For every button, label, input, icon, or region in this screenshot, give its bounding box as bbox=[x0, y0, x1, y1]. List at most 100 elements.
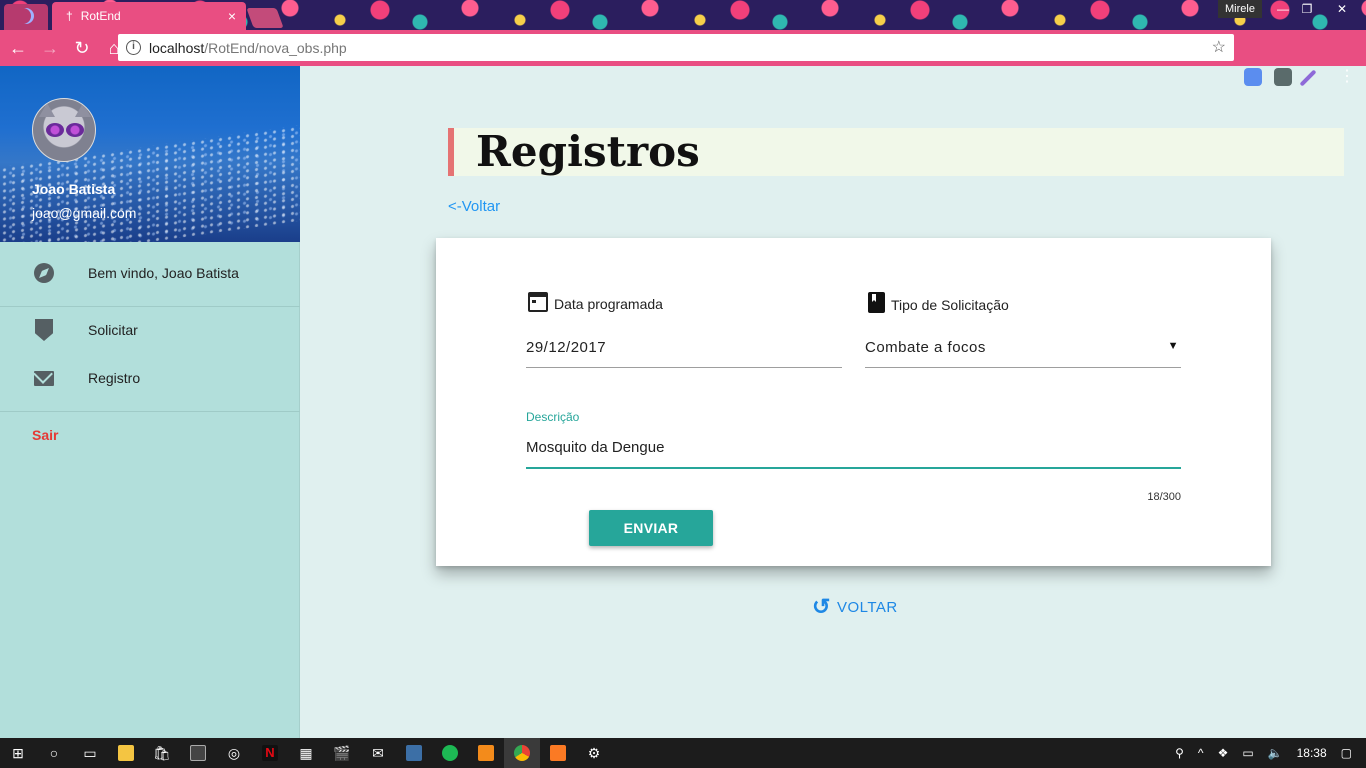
sidebar-item-label: Bem vindo, Joao Batista bbox=[88, 265, 239, 281]
folder-shape bbox=[118, 745, 134, 761]
forward-arrow-icon[interactable]: → bbox=[36, 38, 64, 59]
send-button[interactable]: ENVIAR bbox=[589, 510, 713, 546]
mail-app-icon[interactable]: ✉ bbox=[360, 738, 396, 768]
spotify-shape bbox=[442, 745, 458, 761]
type-select-value: Combate a focos bbox=[865, 339, 986, 356]
sidebar-divider bbox=[0, 411, 300, 412]
os-taskbar: ⊞ ○ ▭ 🛍 ◎ N ▦ 🎬 ✉ ⚙ ⚲ ^ ❖ ▭ 🔈 18:38 ▢ bbox=[0, 738, 1366, 768]
file-explorer-icon[interactable] bbox=[108, 738, 144, 768]
address-bar[interactable]: i localhost/RotEnd/nova_obs.php ☆ bbox=[118, 34, 1234, 61]
volume-icon[interactable]: 🔈 bbox=[1268, 746, 1283, 760]
page-title: Registros bbox=[476, 127, 700, 176]
date-field[interactable]: 29/12/2017 bbox=[526, 328, 842, 368]
tab-favicon-icon: † bbox=[66, 9, 73, 23]
pinned-tab[interactable] bbox=[4, 4, 48, 30]
sidebar: Joao Batista joao@gmail.com Bem vindo, J… bbox=[0, 66, 300, 738]
calendar-icon bbox=[528, 292, 548, 312]
sidebar-item-solicitar[interactable]: Solicitar bbox=[0, 306, 300, 354]
windows-start-icon[interactable]: ⊞ bbox=[0, 738, 36, 768]
cat-ear-right bbox=[75, 103, 91, 117]
profile-email: joao@gmail.com bbox=[32, 205, 137, 221]
character-counter: 18/300 bbox=[1147, 491, 1181, 503]
maximize-button[interactable]: ❐ bbox=[1290, 0, 1324, 18]
window-user-badge[interactable]: Mirele bbox=[1218, 0, 1262, 18]
type-label: Tipo de Solicitação bbox=[868, 292, 1009, 313]
sunglasses-right bbox=[66, 123, 84, 137]
task-view-icon[interactable]: ▭ bbox=[72, 738, 108, 768]
back-arrow-icon[interactable]: ← bbox=[4, 38, 32, 59]
url-path: /RotEnd/nova_obs.php bbox=[204, 39, 347, 56]
date-label: Data programada bbox=[528, 292, 663, 312]
sidebar-item-welcome[interactable]: Bem vindo, Joao Batista bbox=[0, 249, 300, 297]
date-label-text: Data programada bbox=[554, 296, 663, 312]
sidebar-item-label: Solicitar bbox=[88, 322, 138, 338]
terminal-shape bbox=[190, 745, 206, 761]
clock[interactable]: 18:38 bbox=[1297, 746, 1327, 760]
bottom-back-button[interactable]: ↺ VOLTAR bbox=[812, 594, 898, 620]
description-field[interactable]: Mosquito da Dengue bbox=[526, 428, 1181, 469]
sidebar-icon-wrap bbox=[0, 370, 88, 386]
tab-close-icon[interactable]: × bbox=[228, 8, 236, 24]
people-icon[interactable]: ⚲ bbox=[1175, 746, 1184, 760]
battery-icon[interactable]: ▭ bbox=[1242, 746, 1253, 760]
media-icon[interactable]: ◎ bbox=[216, 738, 252, 768]
profile-name: Joao Batista bbox=[32, 181, 116, 197]
type-select[interactable]: Combate a focos ▼ bbox=[865, 328, 1181, 368]
settings-gear-icon[interactable]: ⚙ bbox=[576, 738, 612, 768]
url-host: localhost bbox=[149, 39, 205, 56]
reload-icon[interactable]: ↻ bbox=[68, 38, 96, 59]
netflix-icon[interactable]: N bbox=[252, 738, 288, 768]
shield-check-icon bbox=[35, 319, 53, 341]
book-icon bbox=[868, 292, 885, 313]
menu-icon[interactable]: ⋮ bbox=[1338, 68, 1356, 86]
calculator-icon[interactable]: ▦ bbox=[288, 738, 324, 768]
dropbox-icon[interactable]: ❖ bbox=[1218, 746, 1229, 760]
system-tray: ⚲ ^ ❖ ▭ 🔈 18:38 ▢ bbox=[1168, 738, 1366, 768]
sunglasses-left bbox=[46, 123, 64, 137]
avatar bbox=[32, 98, 96, 162]
back-link[interactable]: <-Voltar bbox=[448, 198, 500, 215]
page-header: Registros bbox=[448, 128, 1344, 176]
chrome-shape bbox=[514, 745, 530, 761]
xampp-icon[interactable] bbox=[540, 738, 576, 768]
bottom-back-label: VOLTAR bbox=[836, 598, 898, 616]
dropdown-arrow-icon[interactable]: ▼ bbox=[1168, 340, 1179, 352]
sidebar-item-registro[interactable]: Registro bbox=[0, 354, 300, 402]
chrome-icon[interactable] bbox=[504, 738, 540, 768]
sidebar-icon-wrap bbox=[0, 319, 88, 341]
profile-header: Joao Batista joao@gmail.com bbox=[0, 66, 300, 242]
mysql-icon[interactable] bbox=[396, 738, 432, 768]
notifications-icon[interactable]: ▢ bbox=[1341, 746, 1352, 760]
tray-chevron-icon[interactable]: ^ bbox=[1198, 746, 1204, 760]
search-circle-icon[interactable]: ○ bbox=[36, 738, 72, 768]
spotify-icon[interactable] bbox=[432, 738, 468, 768]
browser-tab-active[interactable]: † RotEnd × bbox=[52, 2, 246, 30]
compass-icon bbox=[34, 263, 54, 283]
mail-icon bbox=[34, 370, 54, 386]
sublime-icon[interactable] bbox=[468, 738, 504, 768]
tab-title: RotEnd bbox=[80, 9, 121, 23]
type-label-text: Tipo de Solicitação bbox=[891, 297, 1009, 313]
logout-link[interactable]: Sair bbox=[32, 427, 58, 443]
mysql-shape bbox=[406, 745, 422, 761]
close-window-button[interactable]: ✕ bbox=[1324, 0, 1360, 18]
netflix-shape: N bbox=[262, 745, 278, 761]
cat-ear-left bbox=[39, 103, 55, 117]
description-label: Descrição bbox=[526, 410, 580, 424]
clapper-icon[interactable]: 🎬 bbox=[324, 738, 360, 768]
extension-icon[interactable] bbox=[1244, 68, 1262, 86]
sidebar-item-label: Registro bbox=[88, 370, 141, 386]
terminal-icon[interactable] bbox=[180, 738, 216, 768]
store-icon[interactable]: 🛍 bbox=[144, 738, 180, 768]
moon-icon bbox=[18, 8, 34, 24]
pen-extension-icon[interactable] bbox=[1299, 69, 1317, 87]
browser-titlebar: † RotEnd × Mirele — ❐ ✕ bbox=[0, 0, 1366, 30]
bookmark-star-icon[interactable]: ☆ bbox=[1212, 37, 1226, 57]
info-icon[interactable]: i bbox=[126, 40, 141, 55]
shield-extension-icon[interactable] bbox=[1274, 68, 1292, 86]
browser-toolbar: ← → ↻ ⌂ i localhost/RotEnd/nova_obs.php … bbox=[0, 30, 1366, 87]
xampp-shape bbox=[550, 745, 566, 761]
new-tab-button[interactable] bbox=[246, 8, 284, 28]
sublime-shape bbox=[478, 745, 494, 761]
undo-icon: ↺ bbox=[812, 594, 831, 619]
